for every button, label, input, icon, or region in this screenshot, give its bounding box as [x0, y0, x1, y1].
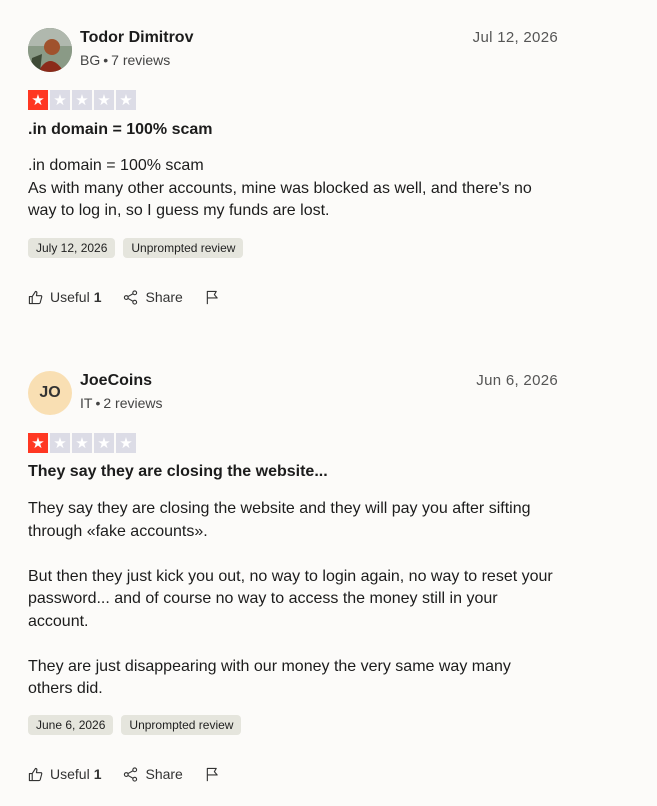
star-icon: ★ [116, 90, 136, 110]
share-icon [124, 766, 138, 782]
useful-label: Useful [50, 766, 90, 782]
review-paragraph: They say they are closing the website an… [28, 500, 531, 540]
reviewer-review-count: 2 reviews [103, 395, 163, 411]
share-button[interactable]: Share [123, 766, 183, 782]
experience-date-badge: June 6, 2026 [28, 715, 114, 735]
reviewer-country: BG [80, 52, 101, 68]
avatar-photo-icon [28, 28, 72, 72]
review-paragraph: But then they just kick you out, no way … [28, 567, 553, 630]
thumbs-up-icon [28, 290, 43, 304]
reviewer-review-count: 7 reviews [111, 52, 171, 68]
star-icon: ★ [72, 90, 92, 110]
share-icon [124, 289, 138, 305]
flag-icon [206, 767, 218, 781]
avatar[interactable] [28, 28, 72, 72]
review-card: Todor Dimitrov BG • 7 reviews Jul 12, 2026… [28, 28, 558, 305]
reviewer-name[interactable]: Todor Dimitrov [80, 29, 193, 47]
separator-dot: • [103, 52, 109, 68]
unprompted-review-badge[interactable]: Unprompted review [123, 238, 244, 258]
review-header: Todor Dimitrov BG • 7 reviews Jul 12, 2026 [28, 28, 558, 72]
star-icon: ★ [72, 433, 92, 453]
review-body: .in domain = 100% scam As with many othe… [28, 157, 532, 219]
flag-icon [206, 290, 218, 304]
star-icon: ★ [94, 433, 114, 453]
reviewer-meta: BG • 7 reviews [80, 52, 170, 68]
separator-dot: • [95, 395, 101, 411]
review-title[interactable]: .in domain = 100% scam [28, 121, 213, 139]
review-date: Jun 6, 2026 [476, 372, 558, 389]
star-icon: ★ [94, 90, 114, 110]
reviewer-name[interactable]: JoeCoins [80, 372, 152, 390]
review-date: Jul 12, 2026 [472, 29, 558, 46]
report-button[interactable] [205, 290, 227, 305]
useful-button[interactable]: Useful 1 [28, 766, 101, 782]
star-icon: ★ [28, 90, 48, 110]
star-rating: ★ ★ ★ ★ ★ [28, 90, 136, 110]
thumbs-up-icon [28, 767, 43, 781]
reviewer-meta: IT • 2 reviews [80, 395, 163, 411]
review-card: JO JoeCoins IT • 2 reviews Jun 6, 2026 ★ ★… [28, 371, 558, 782]
report-button[interactable] [205, 767, 227, 782]
review-actions: Useful 1 Share [28, 289, 249, 305]
star-icon: ★ [50, 433, 70, 453]
unprompted-review-badge[interactable]: Unprompted review [121, 715, 242, 735]
review-title[interactable]: They say they are closing the website... [28, 463, 328, 481]
useful-button[interactable]: Useful 1 [28, 289, 101, 305]
review-paragraph: They are just disappearing with our mone… [28, 657, 511, 698]
share-label: Share [145, 766, 183, 782]
share-label: Share [145, 289, 183, 305]
useful-count: 1 [93, 766, 102, 782]
review-actions: Useful 1 Share [28, 766, 249, 782]
review-tags: July 12, 2026 Unprompted review [28, 238, 244, 258]
reviewer-country: IT [80, 395, 93, 411]
review-tags: June 6, 2026 Unprompted review [28, 715, 242, 735]
share-button[interactable]: Share [123, 289, 183, 305]
avatar[interactable]: JO [28, 371, 72, 415]
star-rating: ★ ★ ★ ★ ★ [28, 433, 136, 453]
review-body: They say they are closing the website an… [28, 498, 558, 701]
star-icon: ★ [116, 433, 136, 453]
useful-count: 1 [93, 289, 102, 305]
review-header: JO JoeCoins IT • 2 reviews Jun 6, 2026 [28, 371, 558, 415]
star-icon: ★ [50, 90, 70, 110]
star-icon: ★ [28, 433, 48, 453]
experience-date-badge: July 12, 2026 [28, 238, 116, 258]
useful-label: Useful [50, 289, 90, 305]
